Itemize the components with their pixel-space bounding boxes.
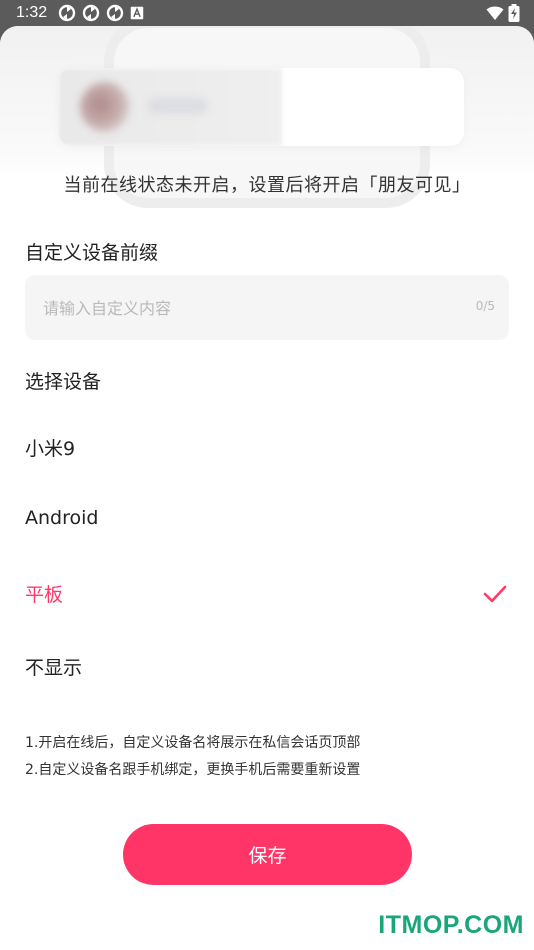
device-option-android[interactable]: Android bbox=[0, 491, 534, 551]
note-line: 1.开启在线后，自定义设备名将展示在私信会话页顶部 bbox=[25, 735, 361, 751]
online-status-hint: 当前在线状态未开启，设置后将开启「朋友可见」 bbox=[63, 175, 471, 196]
device-option-label: 不显示 bbox=[25, 657, 83, 679]
status-time: 1:32 bbox=[16, 4, 48, 21]
status-notification-icons bbox=[58, 4, 144, 22]
device-prefix-title: 自定义设备前缀 bbox=[25, 242, 159, 264]
battery-charging-icon bbox=[508, 4, 520, 22]
select-device-title: 选择设备 bbox=[25, 371, 102, 393]
device-option-label: 小米9 bbox=[25, 438, 76, 460]
note-line: 2.自定义设备名跟手机绑定，更换手机后需要重新设置 bbox=[25, 762, 361, 778]
sync-icon bbox=[58, 4, 76, 22]
sync-icon bbox=[106, 4, 124, 22]
device-prefix-input[interactable] bbox=[41, 275, 445, 342]
status-bar: 1:32 bbox=[0, 0, 534, 26]
device-option-label: 平板 bbox=[25, 584, 64, 606]
device-option-xiaomi9[interactable]: 小米9 bbox=[0, 418, 534, 478]
a-box-icon bbox=[130, 6, 144, 20]
preview-card bbox=[58, 68, 464, 146]
device-settings-sheet: 当前在线状态未开启，设置后将开启「朋友可见」 自定义设备前缀 0/5 选择设备 … bbox=[0, 26, 534, 950]
device-option-hidden[interactable]: 不显示 bbox=[0, 637, 534, 697]
wifi-icon bbox=[486, 6, 504, 20]
notes: 1.开启在线后，自定义设备名将展示在私信会话页顶部 2.自定义设备名跟手机绑定，… bbox=[25, 730, 360, 784]
device-option-label: Android bbox=[25, 507, 99, 529]
preview-name-placeholder bbox=[148, 98, 208, 114]
save-button[interactable]: 保存 bbox=[123, 824, 412, 885]
chat-header-preview bbox=[0, 26, 534, 208]
sync-icon bbox=[82, 4, 100, 22]
avatar bbox=[80, 82, 130, 132]
check-icon bbox=[483, 585, 507, 603]
character-counter: 0/5 bbox=[475, 299, 495, 313]
status-system-icons bbox=[486, 4, 520, 22]
watermark-logo: ITMOP.COM bbox=[378, 911, 524, 939]
device-option-tablet[interactable]: 平板 bbox=[0, 564, 534, 624]
device-prefix-input-box: 0/5 bbox=[25, 275, 509, 342]
